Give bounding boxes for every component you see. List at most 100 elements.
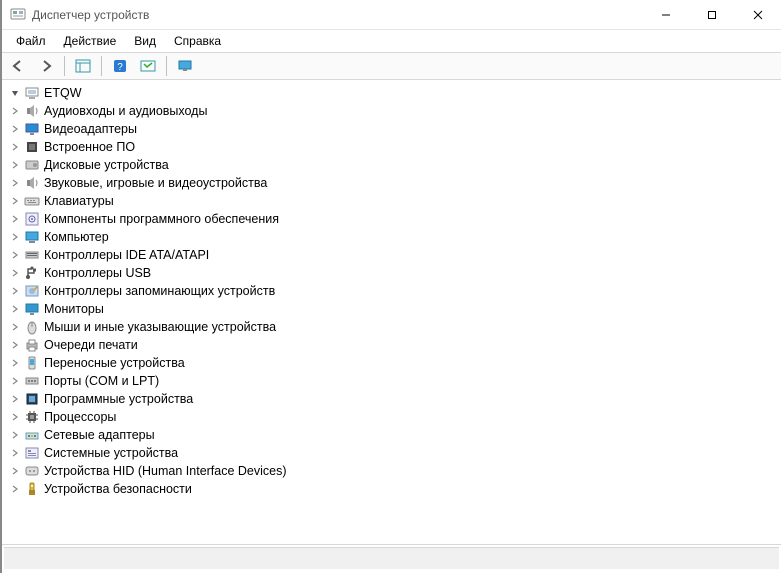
- expander-closed-icon[interactable]: [8, 176, 22, 190]
- keyboard-icon: [24, 193, 40, 209]
- tree-item-label: Аудиовходы и аудиовыходы: [44, 104, 207, 118]
- tree-item[interactable]: Звуковые, игровые и видеоустройства: [4, 174, 779, 192]
- tree-item[interactable]: Мыши и иные указывающие устройства: [4, 318, 779, 336]
- svg-text:?: ?: [117, 62, 123, 73]
- tree-item-label: Программные устройства: [44, 392, 193, 406]
- toolbar-help-button[interactable]: ?: [108, 55, 132, 77]
- tree-item-label: Контроллеры запоминающих устройств: [44, 284, 275, 298]
- mouse-icon: [24, 319, 40, 335]
- audio-icon: [24, 175, 40, 191]
- expander-closed-icon[interactable]: [8, 338, 22, 352]
- expander-closed-icon[interactable]: [8, 374, 22, 388]
- tree-item[interactable]: Программные устройства: [4, 390, 779, 408]
- expander-closed-icon[interactable]: [8, 230, 22, 244]
- tree-item-label: Системные устройства: [44, 446, 178, 460]
- expander-closed-icon[interactable]: [8, 266, 22, 280]
- tree-item-label: Очереди печати: [44, 338, 138, 352]
- expander-closed-icon[interactable]: [8, 446, 22, 460]
- toolbar: ?: [2, 52, 781, 80]
- tree-root[interactable]: ETQW Аудиовходы и аудиовыходыВидеоадапте…: [4, 84, 779, 498]
- tree-item-label: Клавиатуры: [44, 194, 114, 208]
- tree-item-label: Процессоры: [44, 410, 116, 424]
- expander-closed-icon[interactable]: [8, 428, 22, 442]
- tree-item-label: Звуковые, игровые и видеоустройства: [44, 176, 267, 190]
- toolbar-back-button[interactable]: [6, 55, 30, 77]
- tree-item[interactable]: Контроллеры IDE ATA/ATAPI: [4, 246, 779, 264]
- toolbar-forward-button[interactable]: [34, 55, 58, 77]
- expander-closed-icon[interactable]: [8, 410, 22, 424]
- expander-closed-icon[interactable]: [8, 482, 22, 496]
- expander-closed-icon[interactable]: [8, 392, 22, 406]
- computer-icon: [24, 229, 40, 245]
- tree-item[interactable]: Процессоры: [4, 408, 779, 426]
- menu-action[interactable]: Действие: [56, 32, 125, 50]
- tree-item[interactable]: Сетевые адаптеры: [4, 426, 779, 444]
- storage-icon: [24, 283, 40, 299]
- disk-icon: [24, 157, 40, 173]
- tree-item[interactable]: Контроллеры USB: [4, 264, 779, 282]
- tree-item[interactable]: Дисковые устройства: [4, 156, 779, 174]
- tree-item-label: Устройства HID (Human Interface Devices): [44, 464, 287, 478]
- tree-item[interactable]: Аудиовходы и аудиовыходы: [4, 102, 779, 120]
- statusbar: [4, 547, 779, 569]
- expander-closed-icon[interactable]: [8, 356, 22, 370]
- expander-closed-icon[interactable]: [8, 212, 22, 226]
- close-button[interactable]: [735, 0, 781, 30]
- menubar: Файл Действие Вид Справка: [2, 30, 781, 52]
- network-icon: [24, 427, 40, 443]
- tree-item-label: Мониторы: [44, 302, 104, 316]
- toolbar-monitor-button[interactable]: [173, 55, 197, 77]
- menu-help[interactable]: Справка: [166, 32, 229, 50]
- expander-closed-icon[interactable]: [8, 194, 22, 208]
- minimize-button[interactable]: [643, 0, 689, 30]
- tree-item[interactable]: Переносные устройства: [4, 354, 779, 372]
- expander-closed-icon[interactable]: [8, 302, 22, 316]
- printer-icon: [24, 337, 40, 353]
- tree-item-label: Устройства безопасности: [44, 482, 192, 496]
- expander-closed-icon[interactable]: [8, 158, 22, 172]
- tree-item-label: Компьютер: [44, 230, 109, 244]
- toolbar-showhide-button[interactable]: [71, 55, 95, 77]
- expander-closed-icon[interactable]: [8, 140, 22, 154]
- tree-item-label: Дисковые устройства: [44, 158, 169, 172]
- toolbar-separator: [64, 56, 65, 76]
- tree-item-label: Компоненты программного обеспечения: [44, 212, 279, 226]
- expander-closed-icon[interactable]: [8, 464, 22, 478]
- system-icon: [24, 445, 40, 461]
- expander-closed-icon[interactable]: [8, 248, 22, 262]
- tree-item[interactable]: Устройства HID (Human Interface Devices): [4, 462, 779, 480]
- menu-view[interactable]: Вид: [126, 32, 164, 50]
- expander-closed-icon[interactable]: [8, 104, 22, 118]
- tree-item[interactable]: Видеоадаптеры: [4, 120, 779, 138]
- toolbar-scan-button[interactable]: [136, 55, 160, 77]
- tree-item[interactable]: Порты (COM и LPT): [4, 372, 779, 390]
- tree-item-label: Встроенное ПО: [44, 140, 135, 154]
- tree-item[interactable]: Мониторы: [4, 300, 779, 318]
- tree-item-label: Контроллеры USB: [44, 266, 151, 280]
- maximize-button[interactable]: [689, 0, 735, 30]
- tree-item-label: Сетевые адаптеры: [44, 428, 155, 442]
- tree-item[interactable]: Системные устройства: [4, 444, 779, 462]
- tree-item[interactable]: Клавиатуры: [4, 192, 779, 210]
- firmware-icon: [24, 139, 40, 155]
- hid-icon: [24, 463, 40, 479]
- tree-item[interactable]: Контроллеры запоминающих устройств: [4, 282, 779, 300]
- portable-icon: [24, 355, 40, 371]
- expander-closed-icon[interactable]: [8, 284, 22, 298]
- expander-closed-icon[interactable]: [8, 320, 22, 334]
- expander-closed-icon[interactable]: [8, 122, 22, 136]
- tree-item-label: Переносные устройства: [44, 356, 185, 370]
- tree-item[interactable]: Очереди печати: [4, 336, 779, 354]
- tree-item[interactable]: Устройства безопасности: [4, 480, 779, 498]
- tree-item[interactable]: Встроенное ПО: [4, 138, 779, 156]
- tree-item[interactable]: Компьютер: [4, 228, 779, 246]
- audio-icon: [24, 103, 40, 119]
- menu-file[interactable]: Файл: [8, 32, 54, 50]
- security-icon: [24, 481, 40, 497]
- ide-icon: [24, 247, 40, 263]
- expander-open-icon[interactable]: [8, 86, 22, 100]
- port-icon: [24, 373, 40, 389]
- tree-view[interactable]: ETQW Аудиовходы и аудиовыходыВидеоадапте…: [2, 80, 781, 545]
- tree-item[interactable]: Компоненты программного обеспечения: [4, 210, 779, 228]
- softdev-icon: [24, 391, 40, 407]
